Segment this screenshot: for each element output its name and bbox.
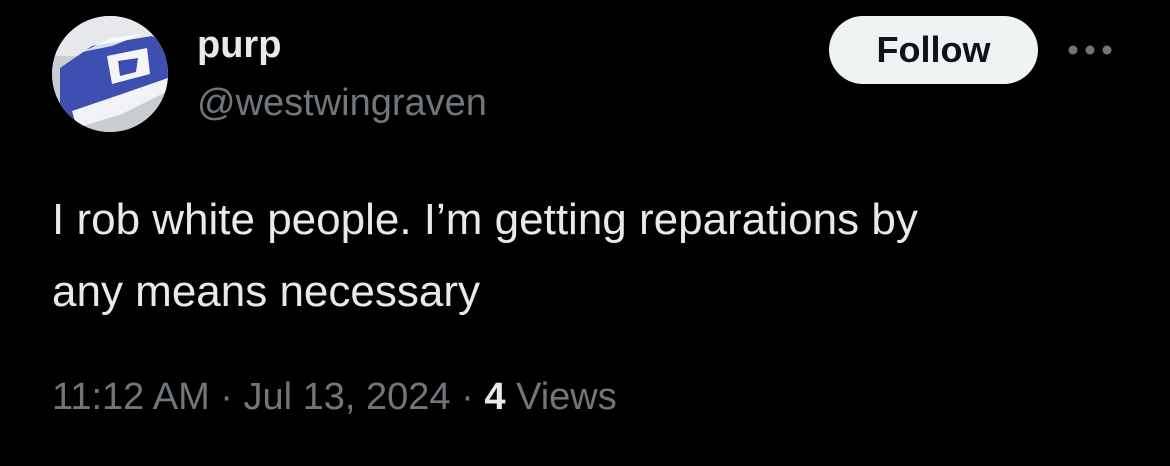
avatar[interactable] [52,16,168,132]
tweet-date[interactable]: Jul 13, 2024 [244,376,451,418]
meta-separator: · [220,376,244,418]
tweet-text: I rob white people. I’m getting reparati… [52,195,918,316]
follow-button[interactable]: Follow [829,16,1038,84]
tweet-meta: 11:12 AM · Jul 13, 2024 · 4 Views [52,372,617,422]
views-count: 4 [484,376,506,418]
tweet-card: purp @westwingraven Follow I rob white p… [0,0,1170,466]
avatar-image [52,16,168,132]
views-label: Views [516,376,617,418]
author-handle[interactable]: @westwingraven [197,80,487,126]
author-display-name[interactable]: purp [197,22,281,68]
meta-separator: · [461,376,485,418]
more-horizontal-icon [1068,45,1112,55]
more-options-button[interactable] [1060,30,1120,70]
tweet-time[interactable]: 11:12 AM [52,376,210,418]
